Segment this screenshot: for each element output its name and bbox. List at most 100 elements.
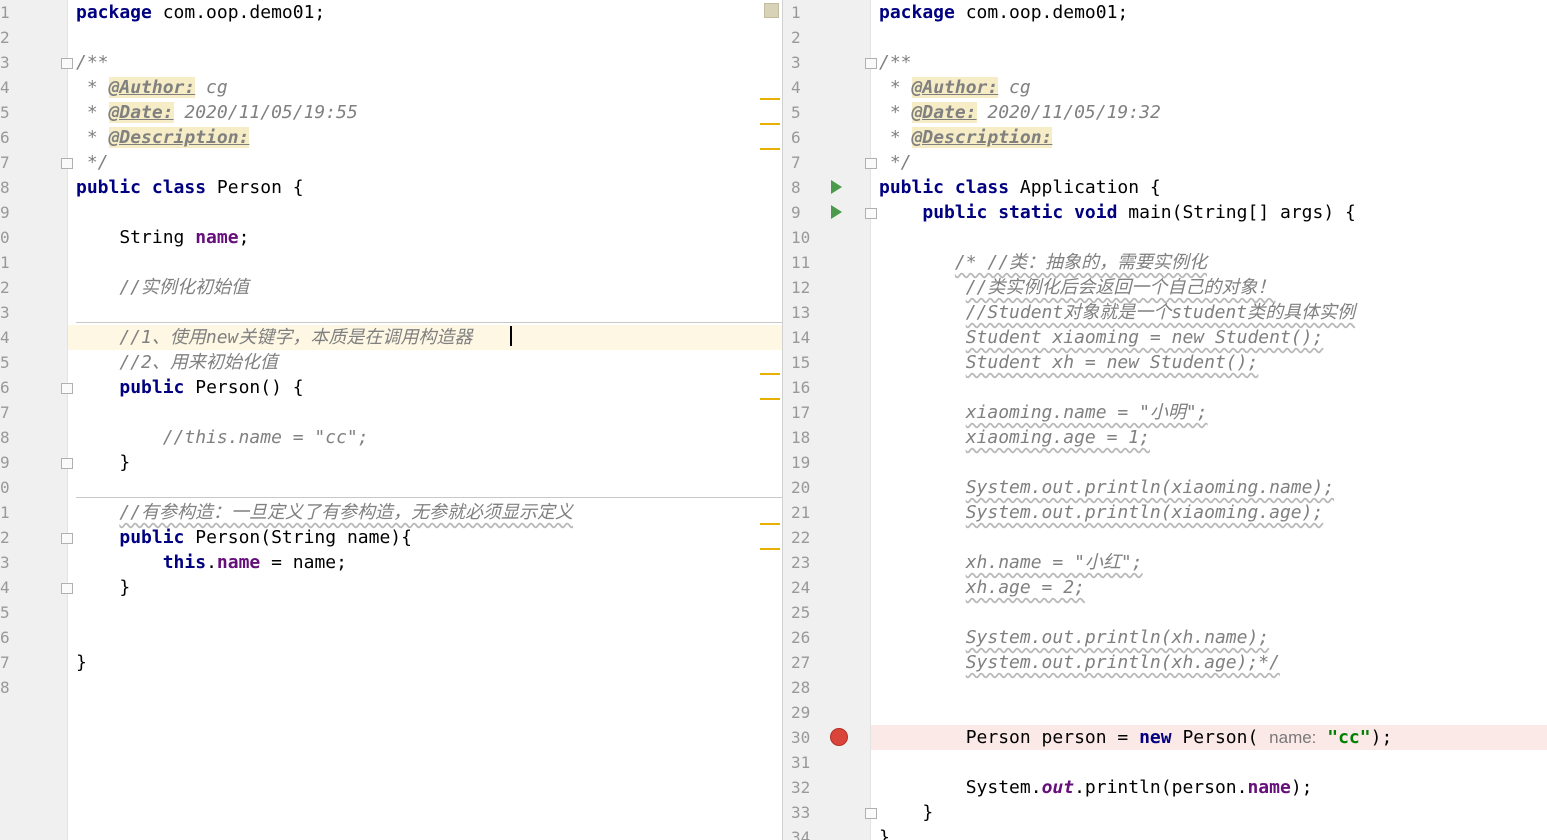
fold-marker-icon[interactable] xyxy=(61,158,73,169)
fold-marker-icon[interactable] xyxy=(61,533,73,544)
code-text[interactable]: xh.name = "小红"; xyxy=(879,550,1143,575)
run-class-icon[interactable] xyxy=(831,180,842,194)
scrollbar-warning-marker[interactable] xyxy=(760,523,780,525)
code-line[interactable]: 19 xyxy=(783,450,1547,475)
code-line[interactable]: 9 xyxy=(0,200,782,225)
code-line[interactable]: 14 Student xiaoming = new Student(); xyxy=(783,325,1547,350)
code-line[interactable]: 13 //Student对象就是一个student类的具体实例 xyxy=(783,300,1547,325)
code-line[interactable]: 2 public Person(String name){ xyxy=(0,525,782,550)
code-line[interactable]: 23 xh.name = "小红"; xyxy=(783,550,1547,575)
fold-marker-icon[interactable] xyxy=(61,383,73,394)
code-line[interactable]: 1 xyxy=(0,250,782,275)
code-line[interactable]: 28 xyxy=(783,675,1547,700)
fold-marker-icon[interactable] xyxy=(865,808,877,819)
code-text[interactable]: System.out.println(xiaoming.age); xyxy=(879,500,1324,525)
scrollbar-warning-marker[interactable] xyxy=(760,98,780,100)
code-line[interactable]: 8 xyxy=(0,675,782,700)
code-text[interactable]: } xyxy=(76,650,87,675)
run-main-icon[interactable] xyxy=(831,205,842,219)
inspection-status-icon[interactable] xyxy=(764,3,779,18)
code-line[interactable]: 29 xyxy=(783,700,1547,725)
code-text[interactable]: } xyxy=(879,825,890,840)
code-line[interactable]: 33 } xyxy=(783,800,1547,825)
code-text[interactable]: Student xiaoming = new Student(); xyxy=(879,325,1324,350)
code-text[interactable]: * @Date: 2020/11/05/19:55 xyxy=(76,100,358,125)
fold-marker-icon[interactable] xyxy=(61,58,73,69)
fold-marker-icon[interactable] xyxy=(865,158,877,169)
code-line[interactable]: 21 System.out.println(xiaoming.age); xyxy=(783,500,1547,525)
code-line[interactable]: 31 xyxy=(783,750,1547,775)
code-line[interactable]: 27 System.out.println(xh.age);*/ xyxy=(783,650,1547,675)
code-line[interactable]: 11 /* //类：抽象的，需要实例化 xyxy=(783,250,1547,275)
code-line[interactable]: 17 xiaoming.name = "小明"; xyxy=(783,400,1547,425)
code-text[interactable]: * @Date: 2020/11/05/19:32 xyxy=(879,100,1161,125)
code-text[interactable]: * @Author: cg xyxy=(76,75,228,100)
code-text[interactable]: //this.name = "cc"; xyxy=(76,425,369,450)
code-text[interactable]: */ xyxy=(76,150,109,175)
code-line[interactable]: 3 /** xyxy=(783,50,1547,75)
code-line[interactable]: 8 public class Application { xyxy=(783,175,1547,200)
code-text[interactable]: //1、使用new关键字，本质是在调用构造器 xyxy=(76,325,472,350)
code-text[interactable]: System.out.println(person.name); xyxy=(879,775,1313,800)
code-line[interactable]: 2 xyxy=(0,25,782,50)
code-line[interactable]: 6 xyxy=(0,625,782,650)
code-line[interactable]: 3 this.name = name; xyxy=(0,550,782,575)
code-text[interactable]: public Person() { xyxy=(76,375,303,400)
scrollbar-warning-marker[interactable] xyxy=(760,123,780,125)
code-text[interactable]: //2、用来初始化值 xyxy=(76,350,278,375)
code-text[interactable]: //实例化初始值 xyxy=(76,275,249,300)
breakpoint-icon[interactable] xyxy=(830,728,848,746)
code-line[interactable]: 18 xiaoming.age = 1; xyxy=(783,425,1547,450)
code-line[interactable]: 2 xyxy=(783,25,1547,50)
code-line[interactable]: 7} xyxy=(0,650,782,675)
code-line[interactable]: 1 package com.oop.demo01; xyxy=(783,0,1547,25)
code-line[interactable]: 8 //this.name = "cc"; xyxy=(0,425,782,450)
code-text[interactable]: public Person(String name){ xyxy=(76,525,412,550)
code-line[interactable]: 5 xyxy=(0,600,782,625)
code-line[interactable]: 3 /** xyxy=(0,50,782,75)
fold-marker-icon[interactable] xyxy=(61,458,73,469)
code-line[interactable]: 5 //2、用来初始化值 xyxy=(0,350,782,375)
code-line[interactable]: 7 */ xyxy=(783,150,1547,175)
editor-pane-person[interactable]: 1 package com.oop.demo01; 2 3/** 4 * @Author… xyxy=(0,0,782,840)
editor-pane-application[interactable]: 1 package com.oop.demo01; 2 3/** 4 * @Author… xyxy=(782,0,1547,840)
code-text[interactable]: //有参构造：一旦定义了有参构造，无参就必须显示定义 xyxy=(76,500,573,525)
code-line[interactable]: 9 } xyxy=(0,450,782,475)
code-text[interactable]: /** xyxy=(76,50,109,75)
code-text[interactable]: public class Person { xyxy=(76,175,304,200)
code-text[interactable]: String name; xyxy=(76,225,249,250)
code-line[interactable]: 1 package com.oop.demo01; xyxy=(0,0,782,25)
code-line[interactable]: 6 * @Description: xyxy=(0,125,782,150)
code-text[interactable]: xiaoming.age = 1; xyxy=(879,425,1150,450)
code-line[interactable]: 15 Student xh = new Student(); xyxy=(783,350,1547,375)
code-line[interactable]: 6 * @Description: xyxy=(783,125,1547,150)
code-text[interactable]: */ xyxy=(879,150,912,175)
scrollbar-warning-marker[interactable] xyxy=(760,548,780,550)
code-line[interactable]: 4 * @Author: cg xyxy=(783,75,1547,100)
code-line[interactable]: 25 xyxy=(783,600,1547,625)
scrollbar-warning-marker[interactable] xyxy=(760,398,780,400)
code-line[interactable]: 4 * @Author: cg xyxy=(0,75,782,100)
scrollbar-warning-marker[interactable] xyxy=(760,148,780,150)
code-line[interactable]: 5 * @Date: 2020/11/05/19:55 xyxy=(0,100,782,125)
code-text[interactable]: /* //类：抽象的，需要实例化 xyxy=(879,250,1207,275)
code-line[interactable]: 9 public static void main(String[] args)… xyxy=(783,200,1547,225)
code-text[interactable]: xh.age = 2; xyxy=(879,575,1085,600)
code-text[interactable]: * @Description: xyxy=(879,125,1053,150)
code-line[interactable]: 32 System.out.println(person.name); xyxy=(783,775,1547,800)
code-line[interactable]: 1 //有参构造：一旦定义了有参构造，无参就必须显示定义 xyxy=(0,500,782,525)
code-text[interactable]: Student xh = new Student(); xyxy=(879,350,1259,375)
code-text[interactable]: } xyxy=(76,450,130,475)
code-line[interactable]: 10 xyxy=(783,225,1547,250)
code-text[interactable]: package com.oop.demo01; xyxy=(879,0,1128,25)
code-text[interactable]: public class Application { xyxy=(879,175,1161,200)
code-text[interactable]: Person person = new Person( name: "cc"); xyxy=(879,725,1393,750)
code-line[interactable]: 22 xyxy=(783,525,1547,550)
code-text[interactable]: } xyxy=(879,800,933,825)
code-text[interactable]: * @Author: cg xyxy=(879,75,1031,100)
code-line[interactable]: 5 * @Date: 2020/11/05/19:32 xyxy=(783,100,1547,125)
code-line[interactable]: 20 System.out.println(xiaoming.name); xyxy=(783,475,1547,500)
code-line[interactable]: 12 //类实例化后会返回一个自己的对象！ xyxy=(783,275,1547,300)
code-line[interactable]: 7 */ xyxy=(0,150,782,175)
code-text[interactable]: //类实例化后会返回一个自己的对象！ xyxy=(879,275,1276,300)
